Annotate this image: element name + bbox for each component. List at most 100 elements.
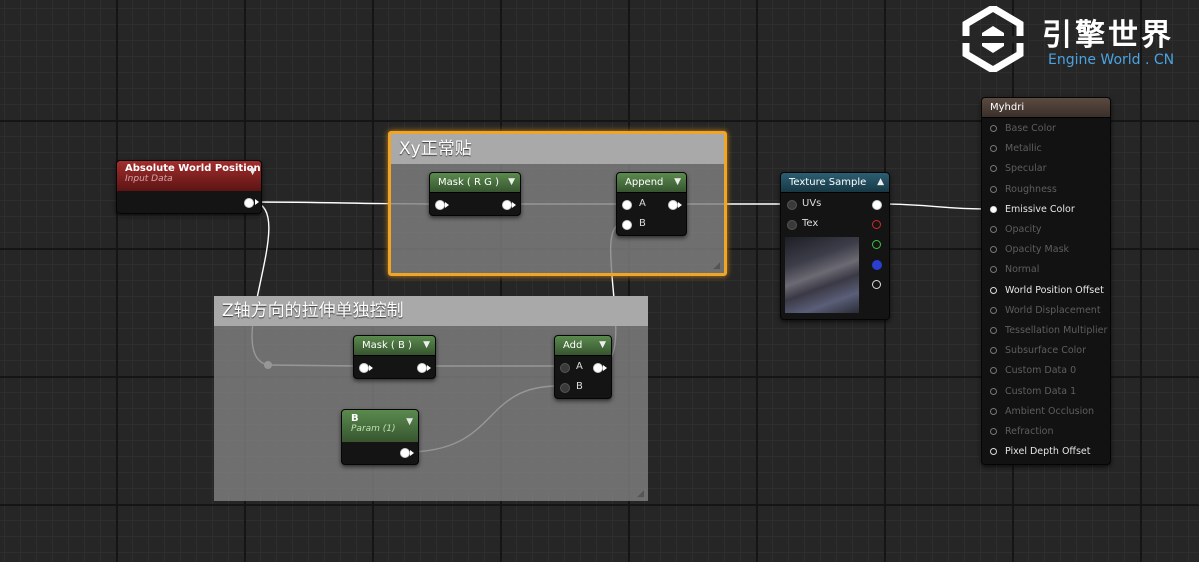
chevron-down-icon[interactable]: ▼ — [249, 167, 256, 177]
output-pin[interactable] — [417, 363, 427, 373]
input-label: Base Color — [1005, 123, 1056, 134]
input-label: Custom Data 0 — [1005, 365, 1077, 377]
pin-label-uvs: UVs — [802, 198, 822, 209]
input-pin[interactable] — [990, 226, 997, 233]
pin-arrow-icon — [369, 365, 373, 371]
input-label: Pixel Depth Offset — [1005, 446, 1091, 458]
node-append[interactable]: Append ▼ A B — [616, 172, 687, 236]
input-pin-a[interactable] — [622, 200, 632, 210]
pin-arrow-icon — [603, 365, 607, 371]
chevron-down-icon[interactable]: ▼ — [599, 336, 606, 355]
pin-arrow-icon — [255, 199, 259, 205]
pin-arrow-icon — [410, 450, 414, 456]
comment-title[interactable]: Xy正常贴 — [391, 134, 724, 164]
pin-label-b: B — [576, 381, 583, 392]
output-pin[interactable] — [400, 448, 410, 458]
input-pin-uvs[interactable] — [787, 200, 797, 210]
input-label: Subsurface Color — [1005, 345, 1087, 357]
node-mask-rg[interactable]: Mask ( R G ) ▼ — [429, 172, 521, 216]
pin-arrow-icon — [427, 365, 431, 371]
input-label: Normal — [1005, 264, 1040, 276]
output-pin[interactable] — [593, 363, 603, 373]
input-pin[interactable] — [990, 266, 997, 274]
input-label: Roughness — [1005, 183, 1057, 195]
node-add[interactable]: Add ▼ A B — [554, 335, 612, 399]
chevron-down-icon[interactable]: ▼ — [423, 336, 430, 355]
output-pin-rgb[interactable] — [872, 200, 882, 210]
input-pin[interactable] — [990, 407, 997, 415]
input-pin[interactable] — [990, 327, 997, 334]
input-pin[interactable] — [990, 286, 997, 294]
input-pin-a[interactable] — [560, 363, 570, 373]
input-label: Opacity Mask — [1005, 244, 1070, 256]
chevron-down-icon[interactable]: ▼ — [406, 417, 413, 427]
input-label: Specular — [1005, 163, 1047, 175]
input-label: Opacity — [1005, 224, 1042, 235]
output-pin[interactable] — [668, 200, 678, 210]
output-pin-b[interactable] — [872, 260, 882, 270]
input-pin[interactable] — [990, 205, 997, 213]
input-pin[interactable] — [359, 363, 369, 373]
node-title: Texture Sample — [789, 177, 867, 188]
input-pin[interactable] — [990, 165, 997, 173]
texture-preview-image — [785, 237, 859, 313]
pin-label-a: A — [576, 361, 583, 372]
input-label: Custom Data 1 — [1005, 385, 1077, 397]
input-pin-b[interactable] — [622, 220, 632, 230]
output-pin-g[interactable] — [872, 240, 881, 249]
logo-text-en: Engine World . CN — [1048, 52, 1175, 68]
node-title: Myhdri — [990, 102, 1025, 113]
node-subtitle: Input Data — [125, 174, 173, 184]
node-material-output[interactable]: Myhdri Base Color Metallic Specular Roughne… — [981, 97, 1111, 465]
input-pin[interactable] — [435, 200, 445, 210]
input-label: World Displacement — [1005, 304, 1101, 316]
input-pin-b[interactable] — [560, 383, 570, 393]
input-pin[interactable] — [990, 306, 997, 314]
node-param-b[interactable]: B Param (1) ▼ — [341, 409, 419, 465]
node-title: Add — [563, 340, 583, 351]
input-pin[interactable] — [990, 145, 997, 153]
node-mask-b[interactable]: Mask ( B ) ▼ — [353, 335, 436, 379]
node-texture-sample[interactable]: Texture Sample ▲ UVs Tex — [780, 172, 890, 320]
input-label: Refraction — [1005, 426, 1054, 437]
node-title: Append — [625, 177, 664, 188]
node-absolute-world-position[interactable]: Absolute World Position Input Data ▼ — [116, 160, 262, 214]
wire-tex-to-emissive — [877, 203, 989, 210]
input-pin-tex[interactable] — [787, 220, 797, 230]
input-pin[interactable] — [990, 125, 997, 132]
node-title: Mask ( B ) — [362, 340, 412, 351]
comment-title[interactable]: Z轴方向的拉伸单独控制 — [214, 296, 648, 326]
pin-arrow-icon — [445, 202, 449, 208]
output-pin[interactable] — [502, 200, 512, 210]
input-pin[interactable] — [990, 185, 997, 193]
output-pin-a[interactable] — [872, 280, 881, 289]
resize-handle-icon[interactable]: ◢ — [713, 261, 720, 271]
pin-label-tex: Tex — [802, 218, 819, 229]
node-header: Mask ( R G ) ▼ — [430, 173, 520, 193]
node-title: Mask ( R G ) — [438, 177, 499, 188]
node-header: Texture Sample ▲ — [781, 173, 889, 193]
output-pin-r[interactable] — [872, 220, 881, 229]
input-pin[interactable] — [990, 387, 997, 395]
input-label: Tessellation Multiplier — [1005, 325, 1108, 336]
pin-arrow-icon — [512, 202, 516, 208]
input-pin[interactable] — [990, 246, 997, 254]
pin-label-a: A — [639, 198, 646, 209]
chevron-down-icon[interactable]: ▼ — [508, 173, 515, 192]
chevron-up-icon[interactable]: ▲ — [877, 173, 884, 192]
resize-handle-icon[interactable]: ◢ — [637, 489, 644, 499]
input-pin[interactable] — [990, 448, 997, 456]
node-title: Absolute World Position — [125, 163, 261, 174]
input-label: Emissive Color — [1005, 203, 1075, 215]
input-pin[interactable] — [990, 347, 997, 355]
pin-label-b: B — [639, 218, 646, 229]
pin-arrow-icon — [678, 202, 682, 208]
output-pin[interactable] — [244, 198, 254, 208]
input-label: World Position Offset — [1005, 284, 1104, 296]
input-pin[interactable] — [990, 428, 997, 435]
engine-world-logo: 引擎世界 Engine World . CN — [958, 3, 1174, 76]
logo-text-cn: 引擎世界 — [1042, 18, 1174, 53]
node-header: Append ▼ — [617, 173, 686, 193]
input-pin[interactable] — [990, 367, 997, 375]
chevron-down-icon[interactable]: ▼ — [674, 173, 681, 192]
